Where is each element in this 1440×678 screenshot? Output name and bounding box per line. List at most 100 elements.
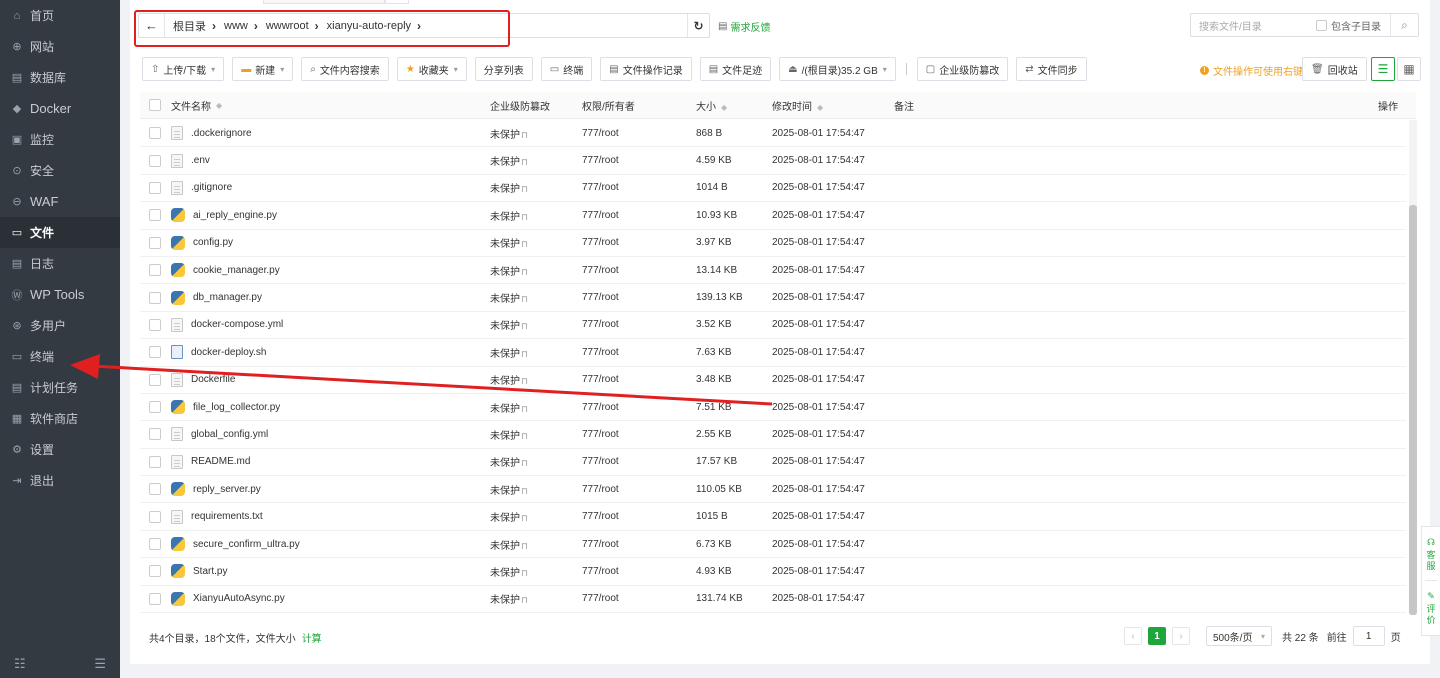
perm-cell[interactable]: 777/root bbox=[582, 456, 619, 467]
perm-cell[interactable]: 777/root bbox=[582, 484, 619, 495]
file-name[interactable]: .dockerignore bbox=[191, 128, 252, 139]
recycle-bin-button[interactable]: 🗑 回收站 bbox=[1302, 57, 1367, 81]
row-checkbox[interactable] bbox=[149, 209, 161, 222]
tab-current[interactable] bbox=[263, 0, 385, 4]
file-name[interactable]: docker-deploy.sh bbox=[191, 347, 266, 358]
protect-cell[interactable]: 未保护⊓ bbox=[490, 208, 528, 223]
table-row[interactable]: .env 未保护⊓ 777/root 4.59 KB 2025-08-01 17:54:… bbox=[140, 147, 1406, 175]
calc-size-link[interactable]: 计算 bbox=[302, 634, 322, 645]
table-row[interactable]: global_config.yml 未保护⊓ 777/root 2.55 KB 2025… bbox=[140, 421, 1406, 449]
table-row[interactable]: XianyuAutoAsync.py 未保护⊓ 777/root 131.74 KB 2… bbox=[140, 586, 1406, 614]
file-name[interactable]: cookie_manager.py bbox=[193, 265, 280, 276]
protect-cell[interactable]: 未保护⊓ bbox=[490, 317, 528, 332]
row-checkbox[interactable] bbox=[149, 483, 161, 496]
sidebar-item-11[interactable]: ▭ 终端 bbox=[0, 341, 120, 372]
file-name[interactable]: Start.py bbox=[193, 566, 227, 577]
table-row[interactable]: secure_confirm_ultra.py 未保护⊓ 777/root 6.73 … bbox=[140, 531, 1406, 559]
sidebar-item-5[interactable]: ⊙ 安全 bbox=[0, 155, 120, 186]
file-name-cell[interactable]: .dockerignore bbox=[171, 126, 252, 141]
perm-cell[interactable]: 777/root bbox=[582, 566, 619, 577]
op-log-button[interactable]: ▤ 文件操作记录 bbox=[600, 57, 692, 81]
header-size[interactable]: 大小 ◆ bbox=[696, 98, 727, 113]
share-list-button[interactable]: 分享列表 bbox=[474, 57, 533, 81]
file-name[interactable]: config.py bbox=[193, 237, 233, 248]
file-name-cell[interactable]: README.md bbox=[171, 454, 250, 469]
feedback-link[interactable]: ▤ 需求反馈 bbox=[718, 19, 770, 34]
file-name[interactable]: db_manager.py bbox=[193, 292, 262, 303]
file-name[interactable]: reply_server.py bbox=[193, 484, 261, 495]
file-name-cell[interactable]: file_log_collector.py bbox=[171, 400, 280, 415]
perm-cell[interactable]: 777/root bbox=[582, 593, 619, 604]
page-size-select[interactable]: 500条/页 ▾ bbox=[1206, 626, 1272, 646]
protect-cell[interactable]: 未保护⊓ bbox=[490, 126, 528, 141]
row-checkbox[interactable] bbox=[149, 592, 161, 605]
table-row[interactable]: ai_reply_engine.py 未保护⊓ 777/root 10.93 KB 20… bbox=[140, 202, 1406, 230]
terminal-button[interactable]: ▭ 终端 bbox=[540, 57, 593, 81]
table-row[interactable]: file_log_collector.py 未保护⊓ 777/root 7.51 KB… bbox=[140, 394, 1406, 422]
row-checkbox[interactable] bbox=[149, 401, 161, 414]
address-bar[interactable]: ← 根目录 › www › wwwroot › xianyu-auto-reply › … bbox=[138, 13, 710, 38]
back-arrow-icon[interactable]: ← bbox=[139, 14, 165, 37]
include-subdir-checkbox[interactable]: 包含子目录 bbox=[1316, 18, 1381, 33]
sidebar-item-0[interactable]: ⌂ 首页 bbox=[0, 0, 120, 31]
scrollbar-thumb[interactable] bbox=[1409, 205, 1417, 615]
row-checkbox[interactable] bbox=[149, 318, 161, 331]
perm-cell[interactable]: 777/root bbox=[582, 347, 619, 358]
perm-cell[interactable]: 777/root bbox=[582, 265, 619, 276]
content-search-button[interactable]: ⌕ 文件内容搜索 bbox=[301, 57, 389, 81]
file-name[interactable]: docker-compose.yml bbox=[191, 319, 283, 330]
perm-cell[interactable]: 777/root bbox=[582, 292, 619, 303]
table-row[interactable]: config.py 未保护⊓ 777/root 3.97 KB 2025-08-01 1… bbox=[140, 230, 1406, 257]
sync-button[interactable]: ⇄ 文件同步 bbox=[1016, 57, 1087, 81]
file-name-cell[interactable]: XianyuAutoAsync.py bbox=[171, 591, 285, 606]
row-checkbox[interactable] bbox=[149, 510, 161, 523]
protect-cell[interactable]: 未保护⊓ bbox=[490, 345, 528, 360]
row-checkbox[interactable] bbox=[149, 538, 161, 551]
perm-cell[interactable]: 777/root bbox=[582, 319, 619, 330]
breadcrumb-root[interactable]: 根目录 bbox=[173, 18, 206, 34]
row-checkbox[interactable] bbox=[149, 346, 161, 359]
prev-page-icon[interactable]: ‹ bbox=[1124, 627, 1142, 645]
protect-cell[interactable]: 未保护⊓ bbox=[490, 290, 528, 305]
file-name[interactable]: ai_reply_engine.py bbox=[193, 210, 277, 221]
protect-cell[interactable]: 未保护⊓ bbox=[490, 591, 528, 606]
file-name-cell[interactable]: Dockerfile bbox=[171, 372, 235, 387]
row-checkbox[interactable] bbox=[149, 264, 161, 277]
review-button[interactable]: ✎ 评价 bbox=[1426, 591, 1436, 626]
sidebar-item-12[interactable]: ▤ 计划任务 bbox=[0, 372, 120, 403]
breadcrumb-project[interactable]: xianyu-auto-reply bbox=[327, 20, 411, 32]
file-name[interactable]: README.md bbox=[191, 456, 250, 467]
perm-cell[interactable]: 777/root bbox=[582, 539, 619, 550]
table-row[interactable]: cookie_manager.py 未保护⊓ 777/root 13.14 KB 202… bbox=[140, 257, 1406, 285]
sidebar-item-9[interactable]: Ⓦ WP Tools bbox=[0, 279, 120, 310]
table-row[interactable]: db_manager.py 未保护⊓ 777/root 139.13 KB 2025-0… bbox=[140, 284, 1406, 312]
tab-add[interactable] bbox=[385, 0, 409, 4]
sidebar-item-3[interactable]: ◆ Docker bbox=[0, 93, 120, 124]
file-name[interactable]: XianyuAutoAsync.py bbox=[193, 593, 285, 604]
file-name[interactable]: .gitignore bbox=[191, 182, 232, 193]
row-checkbox[interactable] bbox=[149, 373, 161, 386]
file-name-cell[interactable]: ai_reply_engine.py bbox=[171, 208, 277, 223]
file-name[interactable]: requirements.txt bbox=[191, 511, 263, 522]
protect-cell[interactable]: 未保护⊓ bbox=[490, 454, 528, 469]
header-name[interactable]: 文件名称 ◆ bbox=[171, 98, 222, 113]
row-checkbox[interactable] bbox=[149, 154, 161, 167]
row-checkbox[interactable] bbox=[149, 428, 161, 441]
file-name[interactable]: .env bbox=[191, 155, 210, 166]
sidebar-item-4[interactable]: ▣ 监控 bbox=[0, 124, 120, 155]
row-checkbox[interactable] bbox=[149, 565, 161, 578]
protect-cell[interactable]: 未保护⊓ bbox=[490, 372, 528, 387]
right-click-tip[interactable]: ! 文件操作可使用右键 bbox=[1200, 63, 1303, 78]
row-checkbox[interactable] bbox=[149, 181, 161, 194]
protect-cell[interactable]: 未保护⊓ bbox=[490, 180, 528, 195]
menu-icon[interactable]: ☰ bbox=[94, 656, 106, 672]
select-all-checkbox[interactable] bbox=[149, 99, 161, 111]
protect-cell[interactable]: 未保护⊓ bbox=[490, 427, 528, 442]
protect-cell[interactable]: 未保护⊓ bbox=[490, 400, 528, 415]
protect-cell[interactable]: 未保护⊓ bbox=[490, 537, 528, 552]
search-input[interactable]: 搜索文件/目录 bbox=[1191, 18, 1311, 33]
protect-cell[interactable]: 未保护⊓ bbox=[490, 153, 528, 168]
perm-cell[interactable]: 777/root bbox=[582, 210, 619, 221]
collapse-icon[interactable]: ☷ bbox=[14, 656, 26, 672]
perm-cell[interactable]: 777/root bbox=[582, 237, 619, 248]
